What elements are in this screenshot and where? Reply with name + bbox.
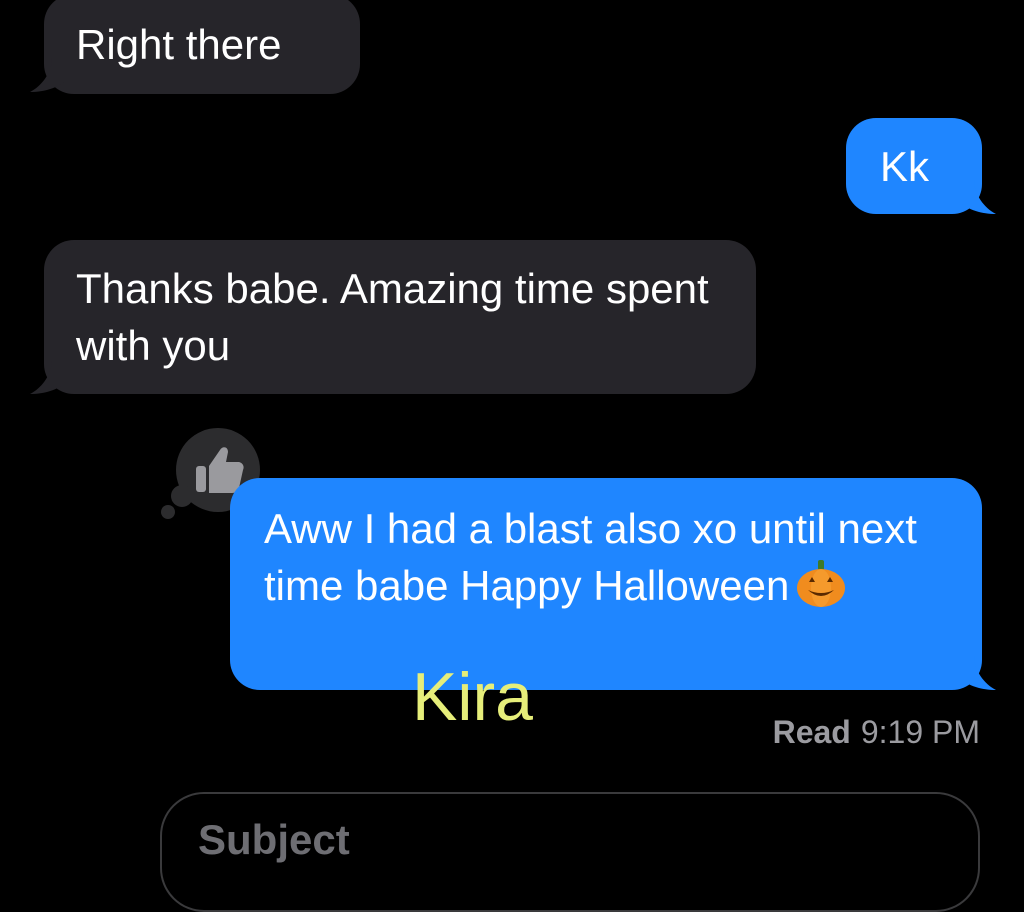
message-text: Thanks babe. Amazing time spent with you — [76, 265, 721, 369]
message-bubble-received[interactable]: Right there — [44, 0, 360, 94]
read-receipt: Read 9:19 PM — [773, 714, 980, 751]
pumpkin-emoji — [797, 560, 846, 607]
subject-placeholder: Subject — [198, 816, 350, 863]
message-text: Right there — [76, 21, 282, 68]
message-text: Aww I had a blast also xo until next tim… — [264, 505, 929, 609]
subject-field[interactable]: Subject — [160, 792, 980, 912]
read-label: Read — [772, 714, 851, 750]
message-bubble-received[interactable]: Thanks babe. Amazing time spent with you — [44, 240, 756, 394]
read-time: 9:19 PM — [860, 714, 980, 750]
message-bubble-sent[interactable]: Kk — [846, 118, 982, 214]
message-bubble-sent[interactable]: Aww I had a blast also xo until next tim… — [230, 478, 982, 690]
message-text: Kk — [880, 143, 930, 190]
watermark-label: Kira — [412, 659, 533, 735]
